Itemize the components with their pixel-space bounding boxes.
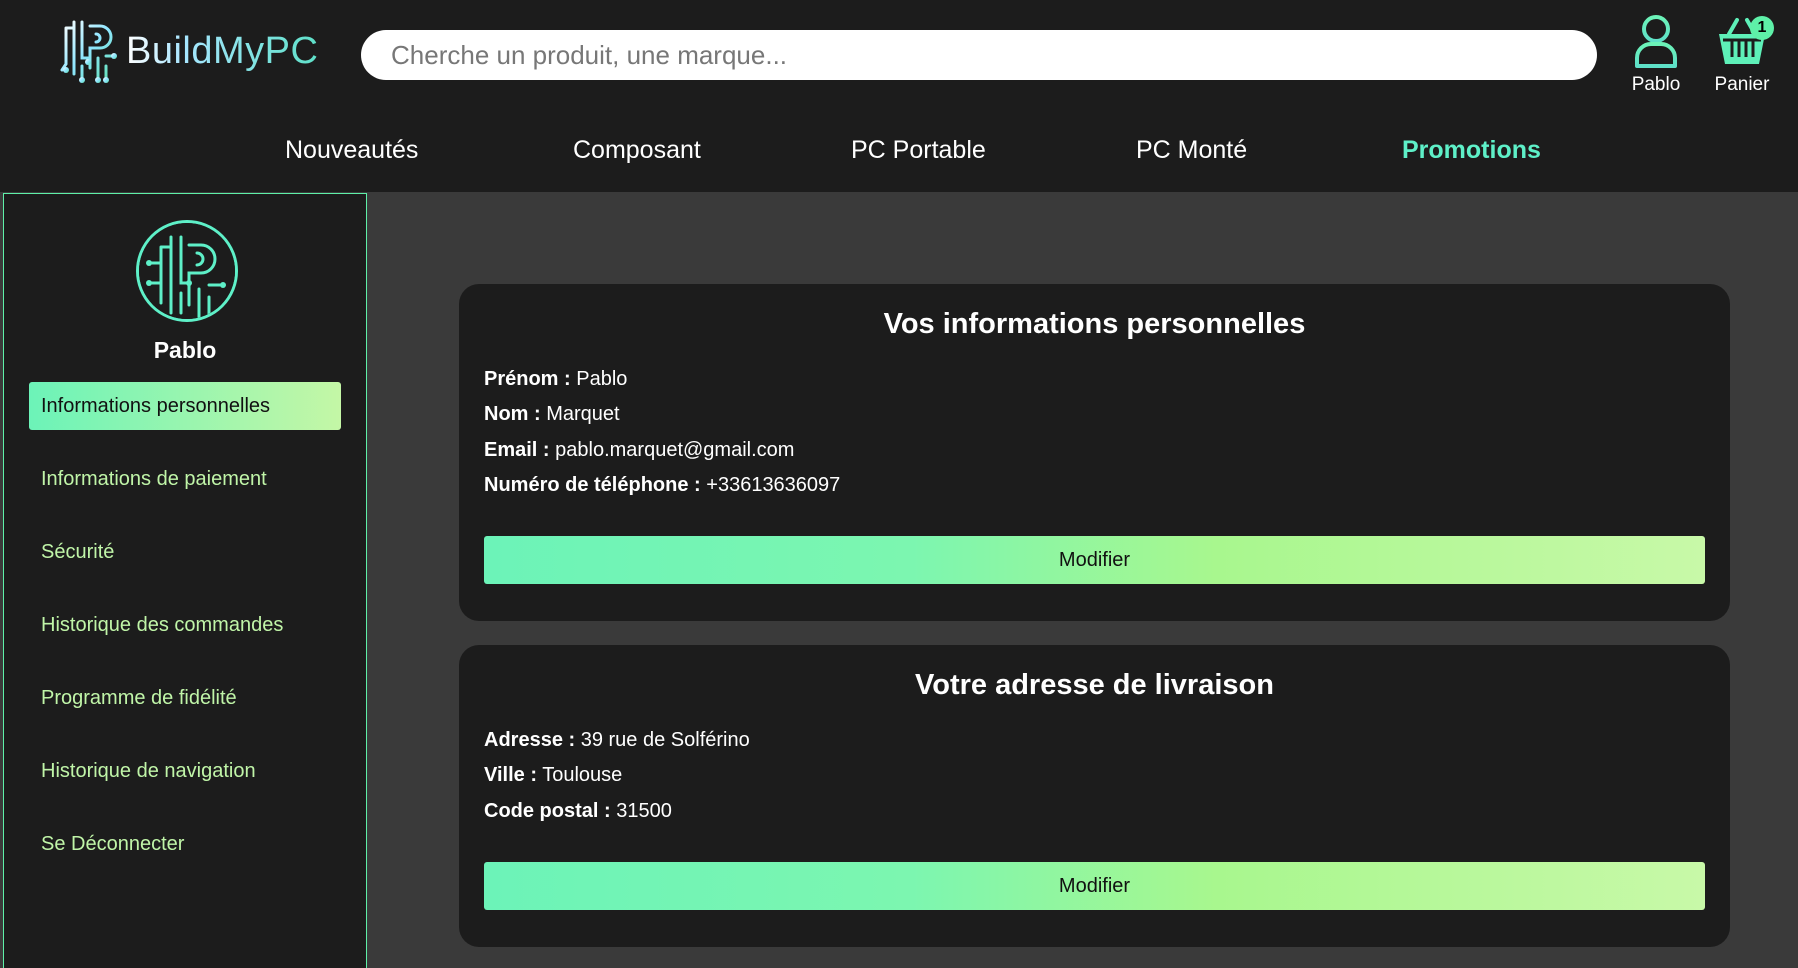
sidebar-item-programme-fidelite[interactable]: Programme de fidélité [29,674,341,722]
personal-info-card: Vos informations personnelles Prénom : P… [459,284,1730,621]
personal-info-title: Vos informations personnelles [883,308,1306,340]
lastname-row: Nom : Marquet [484,403,620,426]
nav-item-composant[interactable]: Composant [573,136,701,165]
sidebar-item-label: Sécurité [41,540,115,563]
nav-item-pc-portable[interactable]: PC Portable [851,136,986,165]
sidebar-item-se-deconnecter[interactable]: Se Déconnecter [29,820,341,868]
nav-item-nouveautes[interactable]: Nouveautés [285,136,418,165]
phone-label: Numéro de téléphone : [484,474,701,496]
sidebar-item-securite[interactable]: Sécurité [29,528,341,576]
edit-delivery-address-button[interactable]: Modifier [484,862,1705,910]
delivery-address-card: Votre adresse de livraison Adresse : 39 … [459,645,1730,947]
cart-count-badge: 1 [1750,16,1774,40]
main-nav: Nouveautés Composant PC Portable PC Mont… [0,136,1798,172]
firstname-row: Prénom : Pablo [484,368,627,391]
top-bar: BuildMyPC Pablo 1 Panier Nouveautés C [0,0,1798,192]
nav-item-pc-monte[interactable]: PC Monté [1136,136,1247,165]
search-input[interactable] [361,30,1597,80]
sidebar-item-label: Historique de navigation [41,759,256,782]
cart-button[interactable]: 1 Panier [1706,14,1778,96]
cart-label: Panier [1714,74,1770,95]
sidebar-user-name: Pablo [153,337,217,363]
logo[interactable]: BuildMyPC [60,18,318,84]
city-label: Ville : [484,764,537,786]
account-label: Pablo [1631,74,1681,95]
user-icon [1635,15,1677,68]
firstname-value: Pablo [576,368,628,390]
sidebar-item-informations-personnelles[interactable]: Informations personnelles [29,382,341,430]
avatar [136,220,238,322]
brand-name: BuildMyPC [126,29,319,72]
email-label: Email : [484,439,550,461]
sidebar-item-label: Historique des commandes [41,613,284,636]
city-value: Toulouse [542,764,623,786]
search-bar [361,30,1597,80]
edit-personal-info-button[interactable]: Modifier [484,536,1705,584]
account-sidebar: Pablo Informations personnelles Informat… [3,193,367,968]
nav-item-promotions[interactable]: Promotions [1402,136,1541,165]
address-row: Adresse : 39 rue de Solférino [484,729,750,752]
sidebar-item-label: Informations personnelles [41,394,271,417]
sidebar-item-label: Programme de fidélité [41,686,237,709]
zip-row: Code postal : 31500 [484,800,672,823]
circuit-avatar-icon [139,223,235,319]
lastname-label: Nom : [484,403,541,425]
address-value: 39 rue de Solférino [580,729,750,751]
sidebar-item-informations-paiement[interactable]: Informations de paiement [29,455,341,503]
sidebar-item-label: Se Déconnecter [41,832,185,855]
account-button[interactable]: Pablo [1624,14,1688,96]
circuit-logo-icon [60,20,117,83]
address-label: Adresse : [484,729,576,751]
email-row: Email : pablo.marquet@gmail.com [484,439,794,462]
delivery-address-title: Votre adresse de livraison [915,669,1274,701]
firstname-label: Prénom : [484,368,571,390]
phone-value: +33613636097 [706,474,841,496]
phone-row: Numéro de téléphone : +33613636097 [484,474,840,497]
city-row: Ville : Toulouse [484,764,622,787]
sidebar-item-historique-commandes[interactable]: Historique des commandes [29,601,341,649]
sidebar-item-label: Informations de paiement [41,467,267,490]
zip-label: Code postal : [484,800,611,822]
sidebar-item-historique-navigation[interactable]: Historique de navigation [29,747,341,795]
lastname-value: Marquet [546,403,620,425]
zip-value: 31500 [616,800,672,822]
email-value: pablo.marquet@gmail.com [555,439,795,461]
